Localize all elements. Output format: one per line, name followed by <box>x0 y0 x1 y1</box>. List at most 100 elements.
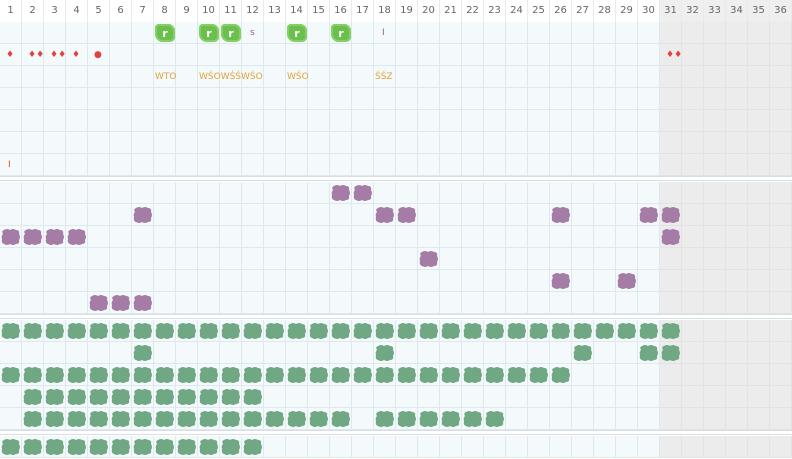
purple-section-cell[interactable] <box>506 182 528 204</box>
bottom-section-cell[interactable] <box>308 436 330 458</box>
purple-section-cell[interactable] <box>330 226 352 248</box>
top-section-cell[interactable] <box>308 66 330 88</box>
purple-section-cell[interactable] <box>748 292 770 314</box>
green-mark[interactable] <box>331 366 351 384</box>
purple-section-cell[interactable] <box>462 292 484 314</box>
green-section-cell[interactable] <box>704 408 726 430</box>
purple-section-cell[interactable] <box>198 226 220 248</box>
top-section-cell[interactable] <box>264 44 286 66</box>
green-mark[interactable] <box>89 366 109 384</box>
green-mark[interactable] <box>617 322 637 340</box>
green-section-cell[interactable] <box>374 386 396 408</box>
top-section-cell[interactable] <box>110 22 132 44</box>
purple-section-cell[interactable] <box>682 204 704 226</box>
purple-section-cell[interactable] <box>176 226 198 248</box>
top-section-cell[interactable] <box>594 88 616 110</box>
top-section-cell[interactable] <box>418 22 440 44</box>
purple-section-cell[interactable] <box>440 292 462 314</box>
purple-section-cell[interactable] <box>176 182 198 204</box>
green-mark[interactable] <box>67 388 87 406</box>
purple-section-cell[interactable] <box>198 292 220 314</box>
top-section-cell[interactable] <box>374 154 396 176</box>
top-section-cell[interactable] <box>660 154 682 176</box>
purple-section-cell[interactable] <box>242 292 264 314</box>
purple-section-cell[interactable] <box>616 292 638 314</box>
green-section-cell[interactable] <box>264 386 286 408</box>
letter-badge[interactable]: r <box>154 22 176 44</box>
top-section-cell[interactable] <box>22 22 44 44</box>
purple-section-cell[interactable] <box>44 182 66 204</box>
green-mark[interactable] <box>243 388 263 406</box>
purple-section-cell[interactable] <box>132 248 154 270</box>
top-section-cell[interactable] <box>352 110 374 132</box>
green-section-cell[interactable] <box>550 386 572 408</box>
top-section-cell[interactable] <box>242 88 264 110</box>
green-mark[interactable] <box>111 388 131 406</box>
top-section-cell[interactable] <box>638 66 660 88</box>
top-section-cell[interactable] <box>704 66 726 88</box>
green-mark[interactable] <box>441 366 461 384</box>
green-section-cell[interactable] <box>550 342 572 364</box>
top-section-cell[interactable] <box>572 154 594 176</box>
green-section-cell[interactable] <box>396 342 418 364</box>
green-mark[interactable] <box>573 322 593 340</box>
green-section-cell[interactable] <box>198 342 220 364</box>
purple-section-cell[interactable] <box>528 292 550 314</box>
purple-section-cell[interactable] <box>176 204 198 226</box>
top-section-cell[interactable] <box>506 44 528 66</box>
green-section-cell[interactable] <box>44 342 66 364</box>
top-section-cell[interactable] <box>264 132 286 154</box>
day-note-text[interactable]: WŚOWŚŚWŚO <box>199 71 263 83</box>
top-section-cell[interactable] <box>682 66 704 88</box>
bottom-section-cell[interactable] <box>352 436 374 458</box>
purple-section-cell[interactable] <box>594 248 616 270</box>
top-section-cell[interactable] <box>352 66 374 88</box>
green-section-cell[interactable] <box>748 408 770 430</box>
green-mark[interactable] <box>375 322 395 340</box>
green-section-cell[interactable] <box>66 342 88 364</box>
green-mark[interactable] <box>419 322 439 340</box>
top-section-cell[interactable] <box>286 132 308 154</box>
top-section-cell[interactable] <box>418 132 440 154</box>
green-mark[interactable] <box>67 366 87 384</box>
top-section-cell[interactable] <box>198 154 220 176</box>
green-mark[interactable] <box>375 410 395 428</box>
green-mark[interactable] <box>331 322 351 340</box>
top-section-cell[interactable] <box>286 154 308 176</box>
purple-section-cell[interactable] <box>220 204 242 226</box>
green-mark[interactable] <box>199 388 219 406</box>
purple-section-cell[interactable] <box>682 270 704 292</box>
purple-section-cell[interactable] <box>44 292 66 314</box>
top-section-cell[interactable] <box>418 66 440 88</box>
top-section-cell[interactable] <box>748 132 770 154</box>
purple-section-cell[interactable] <box>154 270 176 292</box>
day-note-text[interactable]: WŚO <box>287 71 309 83</box>
green-mark[interactable] <box>309 410 329 428</box>
bottom-section-cell[interactable] <box>374 436 396 458</box>
purple-section-cell[interactable] <box>462 204 484 226</box>
green-section-cell[interactable] <box>704 364 726 386</box>
top-section-cell[interactable] <box>660 22 682 44</box>
purple-section-cell[interactable] <box>704 270 726 292</box>
green-mark[interactable] <box>309 366 329 384</box>
top-section-cell[interactable] <box>550 88 572 110</box>
green-section-cell[interactable] <box>726 408 748 430</box>
top-section-cell[interactable] <box>418 154 440 176</box>
purple-section-cell[interactable] <box>484 270 506 292</box>
top-section-cell[interactable] <box>770 44 792 66</box>
purple-mark[interactable] <box>111 294 131 312</box>
green-mark[interactable] <box>287 322 307 340</box>
green-section-cell[interactable] <box>0 386 22 408</box>
purple-section-cell[interactable] <box>308 270 330 292</box>
purple-section-cell[interactable] <box>572 270 594 292</box>
purple-section-cell[interactable] <box>264 292 286 314</box>
purple-section-cell[interactable] <box>594 226 616 248</box>
green-mark[interactable] <box>573 344 593 362</box>
green-mark[interactable] <box>463 322 483 340</box>
top-section-cell[interactable] <box>198 44 220 66</box>
purple-mark[interactable] <box>661 206 681 224</box>
top-section-cell[interactable] <box>638 44 660 66</box>
top-section-cell[interactable] <box>154 88 176 110</box>
top-section-cell[interactable] <box>0 88 22 110</box>
purple-section-cell[interactable] <box>198 248 220 270</box>
